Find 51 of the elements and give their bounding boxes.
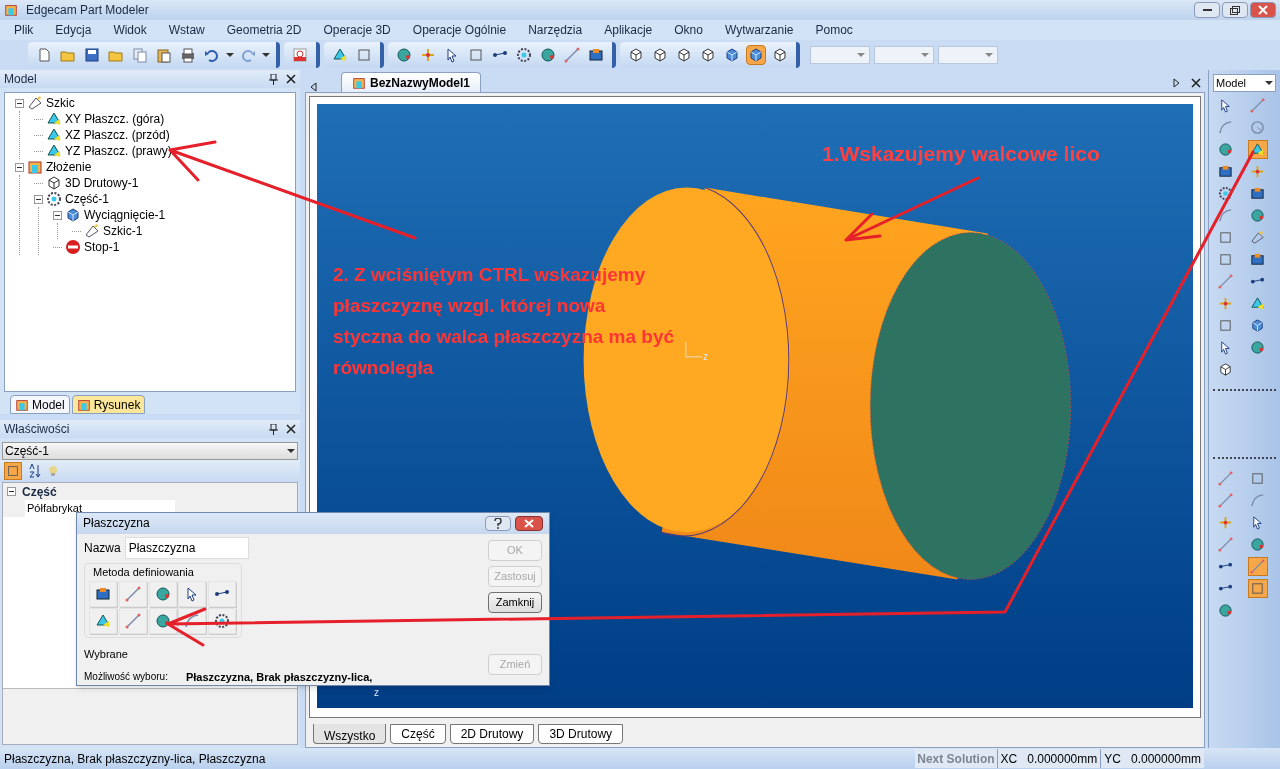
annotation-text: 1.Wskazujemy walcowe lico [822,141,1100,167]
menu-item[interactable]: Narzędzia [528,21,583,39]
panel-title: Właściwości [4,421,70,438]
tree-item[interactable]: Część-1 [65,190,109,208]
object-dropdown[interactable]: Część-1 [2,442,298,460]
coordinate-value: 0.000000mm [1130,750,1201,768]
view-tab[interactable]: Część [390,724,446,744]
field-label: Wybrane [84,647,129,662]
axis-label: z [374,686,379,700]
tree-item[interactable]: XZ Płaszcz. (przód) [65,126,170,144]
menu-item[interactable]: Plik [14,21,34,39]
menu-item[interactable]: Pomoc [815,21,853,39]
field-label: Możliwość wyboru: [84,670,168,685]
menu-item[interactable]: Edycja [55,21,92,39]
menu-item[interactable]: Widok [113,21,147,39]
status-message: Płaszczyzna, Brak płaszczyzny-lica, Płaszczyzna [4,750,267,768]
mode-dropdown[interactable]: Model [1213,74,1276,92]
tree-item[interactable]: YZ Płaszcz. (prawy) [65,142,172,160]
menu-item[interactable]: Wstaw [168,21,205,39]
tree-item[interactable]: XY Płaszcz. (góra) [65,110,165,128]
tree-item[interactable]: Wyciągnięcie-1 [84,206,166,224]
group-label: Metoda definiowania [92,564,195,580]
tree-item[interactable]: 3D Drutowy-1 [65,174,139,192]
coordinate-label: YC [1104,750,1121,768]
axis-label: z [703,350,708,364]
view-tab[interactable]: 3D Drutowy [538,724,624,744]
dialog-button[interactable]: Zamknij [488,591,542,613]
document-tab[interactable]: BezNazwyModel1 [341,72,482,92]
tree-item[interactable]: Szkic-1 [103,222,143,240]
menu-item[interactable]: Geometria 2D [226,21,302,39]
menu-item[interactable]: Okno [674,21,703,39]
panel-tab[interactable]: Model [10,395,70,414]
coordinate-label: XC [1000,750,1018,768]
panel-tab[interactable]: Rysunek [71,395,146,414]
menu-item[interactable]: Wytwarzanie [724,21,794,39]
dialog-title: Płaszczyzna [83,515,150,533]
window-title: Edgecam Part Modeler [26,2,149,19]
name-field[interactable]: Płaszczyzna [124,536,249,559]
tree-item[interactable]: Szkic [46,94,75,112]
view-tab[interactable]: Wszystko [313,724,387,744]
selection-options: Płaszczyzna, Brak płaszczyzny-lica, [185,668,373,685]
menu-item[interactable]: Aplikacje [604,21,653,39]
field-label: Nazwa [84,539,121,557]
menu-item[interactable]: Operacje 3D [323,21,391,39]
menu-item[interactable]: Operacje Ogólnie [412,21,507,39]
property-category: Część [22,483,57,501]
coordinate-value: 0.000000mm [1027,750,1098,768]
panel-title: Model [4,71,37,88]
tree-item[interactable]: Stop-1 [84,238,120,256]
view-tab[interactable]: 2D Drutowy [449,724,535,744]
tree-item[interactable]: Złożenie [46,158,92,176]
